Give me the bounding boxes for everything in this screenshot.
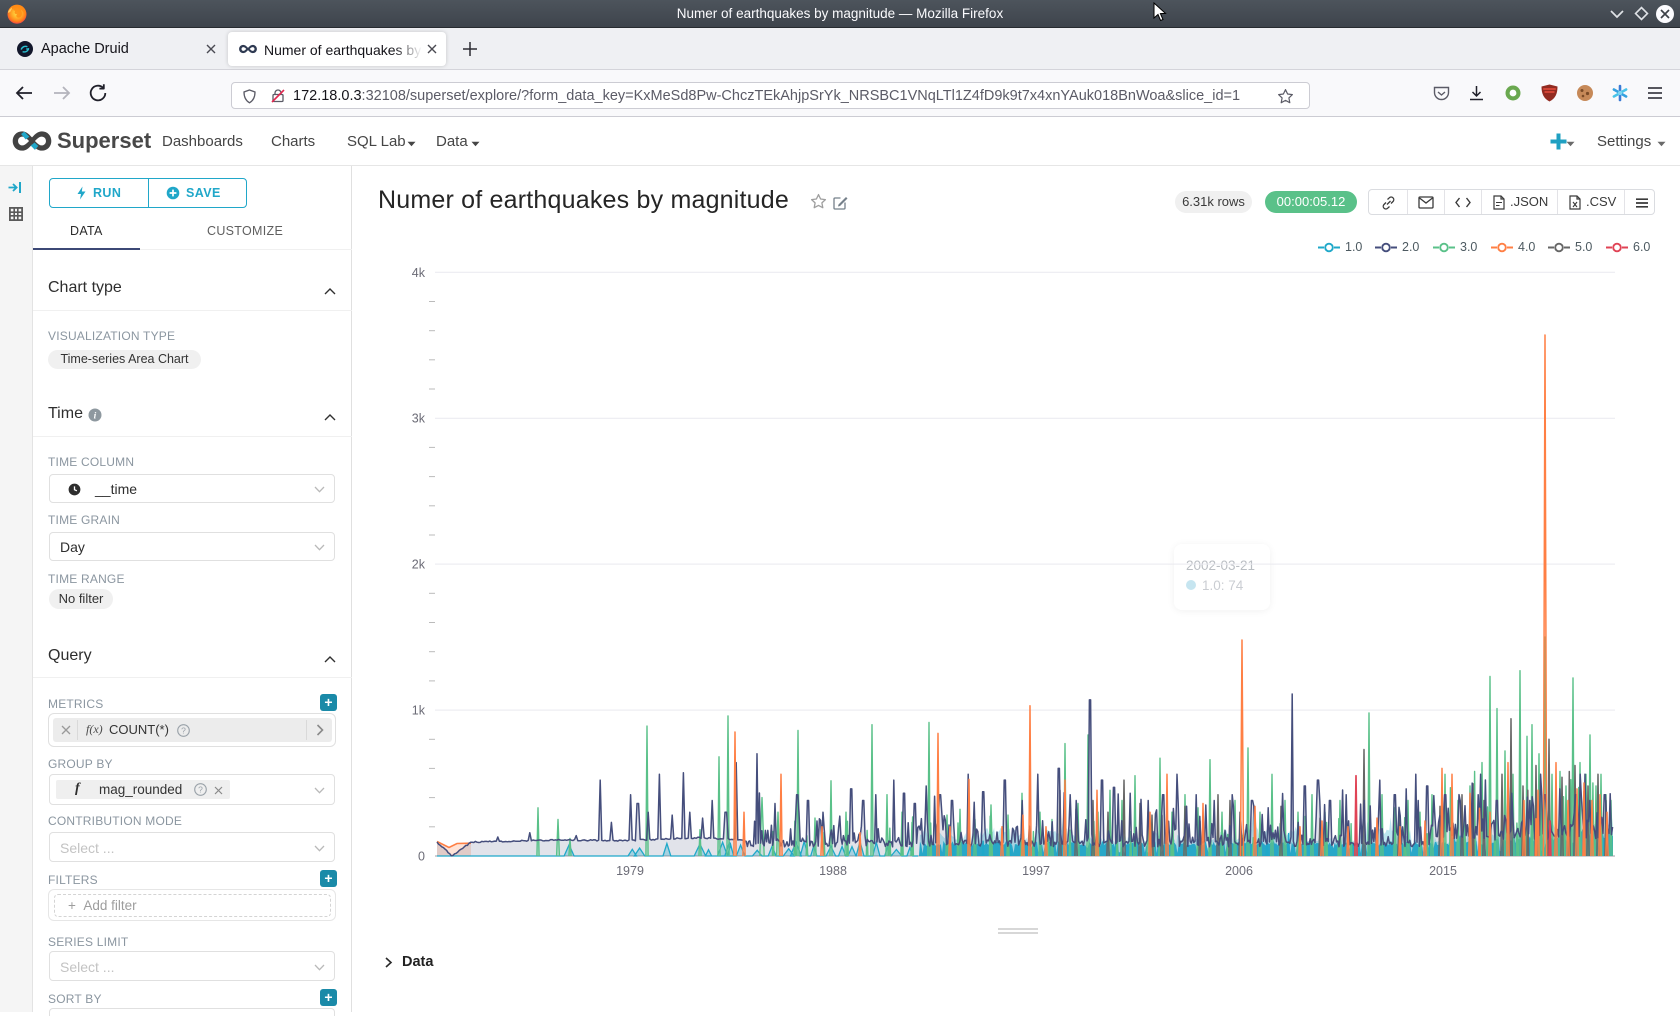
svg-text:4k: 4k [412, 266, 426, 280]
svg-text:3k: 3k [412, 412, 426, 426]
svg-text:2006: 2006 [1225, 864, 1253, 878]
svg-text:2k: 2k [412, 558, 426, 572]
svg-text:1979: 1979 [616, 864, 644, 878]
svg-text:2015: 2015 [1429, 864, 1457, 878]
svg-text:0: 0 [418, 850, 425, 864]
svg-text:1988: 1988 [819, 864, 847, 878]
svg-text:1k: 1k [412, 704, 426, 718]
svg-text:1997: 1997 [1022, 864, 1050, 878]
